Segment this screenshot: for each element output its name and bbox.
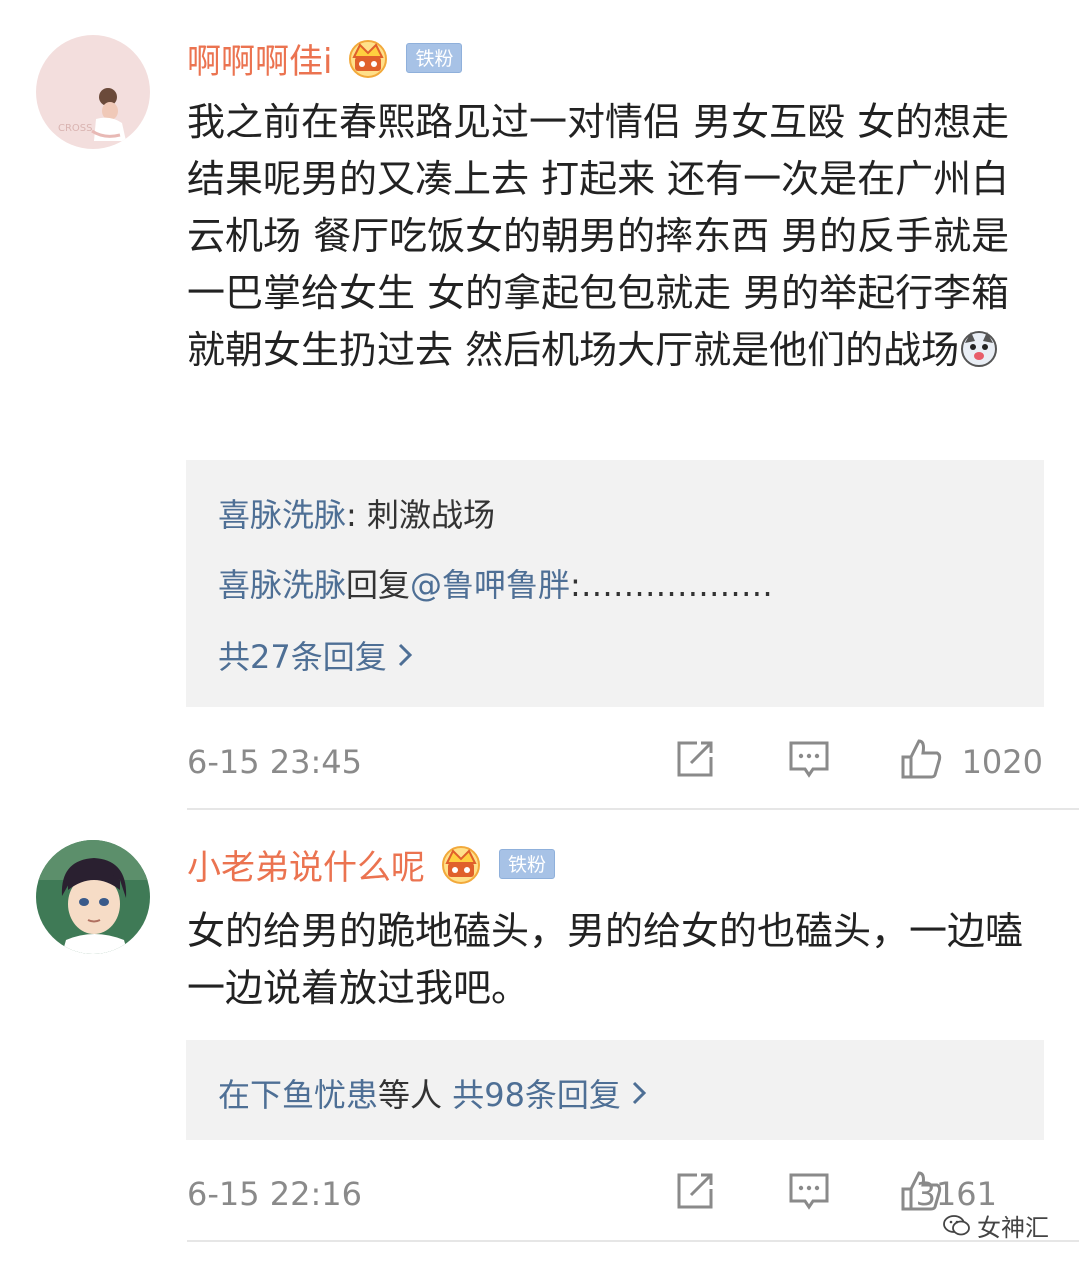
reply-box[interactable]: 在下鱼忧患等人 共98条回复 (186, 1040, 1044, 1140)
wechat-icon (943, 1214, 970, 1235)
reply-item[interactable]: 喜脉洗脉: 刺激战场 (218, 490, 495, 536)
crown-icon (346, 37, 390, 79)
reply-author[interactable]: 喜脉洗脉 (218, 496, 346, 534)
husky-emoji-icon (959, 328, 999, 368)
fan-badge: 铁粉 (499, 849, 556, 879)
username[interactable]: 小老弟说什么呢 (187, 840, 425, 889)
comment-text: 我之前在春熙路见过一对情侣 男女互殴 女的想走 结果呢男的又凑上去 打起来 还有… (187, 100, 1010, 372)
repost-icon[interactable] (673, 737, 717, 781)
like-icon[interactable] (899, 737, 943, 781)
watermark-text: 女神汇 (977, 1214, 1049, 1242)
svg-text:CROSS: CROSS (58, 123, 93, 134)
reply-content: :……………… (570, 566, 773, 604)
comment-text: 女的给男的跪地磕头，男的给女的也磕头，一边嗑一边说着放过我吧。 (187, 909, 1024, 1010)
fan-badge: 铁粉 (406, 43, 463, 73)
reply-mention[interactable]: @鲁呷鲁胖 (410, 566, 570, 604)
more-replies-link[interactable]: 共98条回复 (452, 1076, 647, 1114)
username-row: 啊啊啊佳i 铁粉 (187, 34, 463, 83)
crown-icon (439, 843, 483, 885)
comment-icon[interactable] (787, 737, 831, 781)
like-count: 1020 (961, 743, 1043, 781)
chevron-right-icon (631, 1079, 647, 1114)
comment-meta: 6-15 22:16 3161 (187, 1169, 1043, 1219)
comment-icon[interactable] (787, 1169, 831, 1213)
timestamp: 6-15 22:16 (187, 1175, 363, 1213)
chevron-right-icon (397, 641, 413, 676)
reply-box[interactable]: 喜脉洗脉: 刺激战场 喜脉洗脉回复@鲁呷鲁胖:……………… 共27条回复 (186, 460, 1044, 707)
username[interactable]: 啊啊啊佳i (187, 34, 332, 83)
watermark: 女神汇 (943, 1208, 1049, 1243)
avatar[interactable] (36, 840, 150, 954)
timestamp: 6-15 23:45 (187, 743, 363, 781)
reply-author[interactable]: 喜脉洗脉 (218, 566, 346, 604)
username-row: 小老弟说什么呢 铁粉 (187, 840, 556, 889)
reply-summary[interactable]: 在下鱼忧患等人 共98条回复 (218, 1070, 647, 1116)
repost-icon[interactable] (673, 1169, 717, 1213)
comment-meta: 6-15 23:45 1020 (187, 737, 1043, 787)
avatar[interactable]: CROSS (36, 35, 150, 149)
reply-author[interactable]: 在下鱼忧患 (218, 1076, 378, 1114)
reply-item[interactable]: 喜脉洗脉回复@鲁呷鲁胖:……………… (218, 560, 773, 606)
divider (187, 808, 1079, 810)
more-replies-link[interactable]: 共27条回复 (218, 632, 413, 678)
reply-content: 刺激战场 (366, 496, 495, 534)
